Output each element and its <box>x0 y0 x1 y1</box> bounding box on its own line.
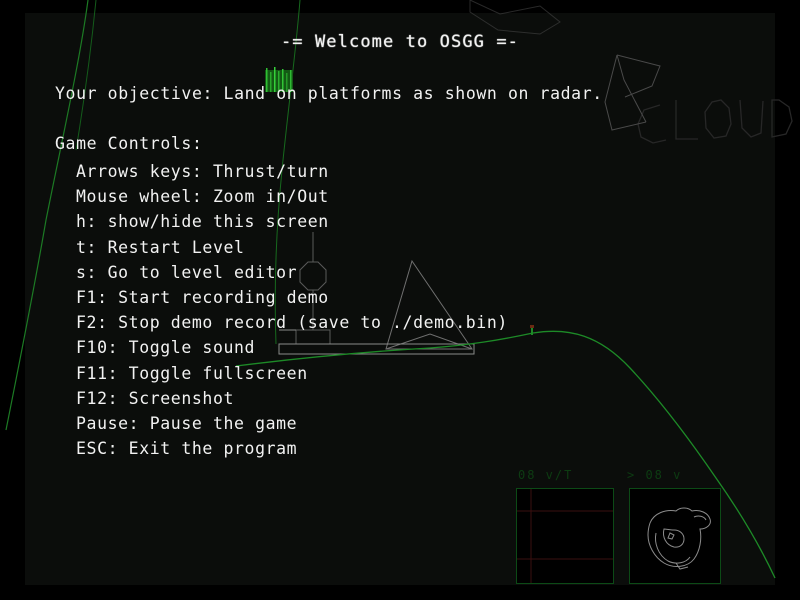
control-item-mouse-wheel: Mouse wheel: Zoom in/Out <box>76 187 329 207</box>
control-item-f12: F12: Screenshot <box>76 388 235 408</box>
control-item-esc: ESC: Exit the program <box>76 439 298 459</box>
control-item-f11: F11: Toggle fullscreen <box>76 363 308 383</box>
control-item-f10: F10: Toggle sound <box>76 338 256 358</box>
overlay-title: -= Welcome to OSGG =- <box>280 32 520 52</box>
control-item-h: h: show/hide this screen <box>76 212 329 232</box>
control-item-arrows: Arrows keys: Thrust/turn <box>76 162 329 181</box>
controls-heading: Game Controls: <box>55 134 203 153</box>
help-overlay: -= Welcome to OSGG =- Your objective: La… <box>0 0 800 600</box>
controls-list: Arrows keys: Thrust/turn Mouse wheel: Zo… <box>76 159 508 461</box>
control-item-s: s: Go to level editor <box>76 262 298 282</box>
control-item-pause: Pause: Pause the game <box>76 414 298 434</box>
control-item-f2: F2: Stop demo record (save to ./demo.bin… <box>76 313 508 333</box>
objective-text: Your objective: Land on platforms as sho… <box>55 84 603 103</box>
control-item-f1: F1: Start recording demo <box>76 288 329 308</box>
control-item-t: t: Restart Level <box>76 237 245 257</box>
game-window: 08 v/T > 08 v -= Welcome to OSGG =- Your… <box>0 0 800 600</box>
